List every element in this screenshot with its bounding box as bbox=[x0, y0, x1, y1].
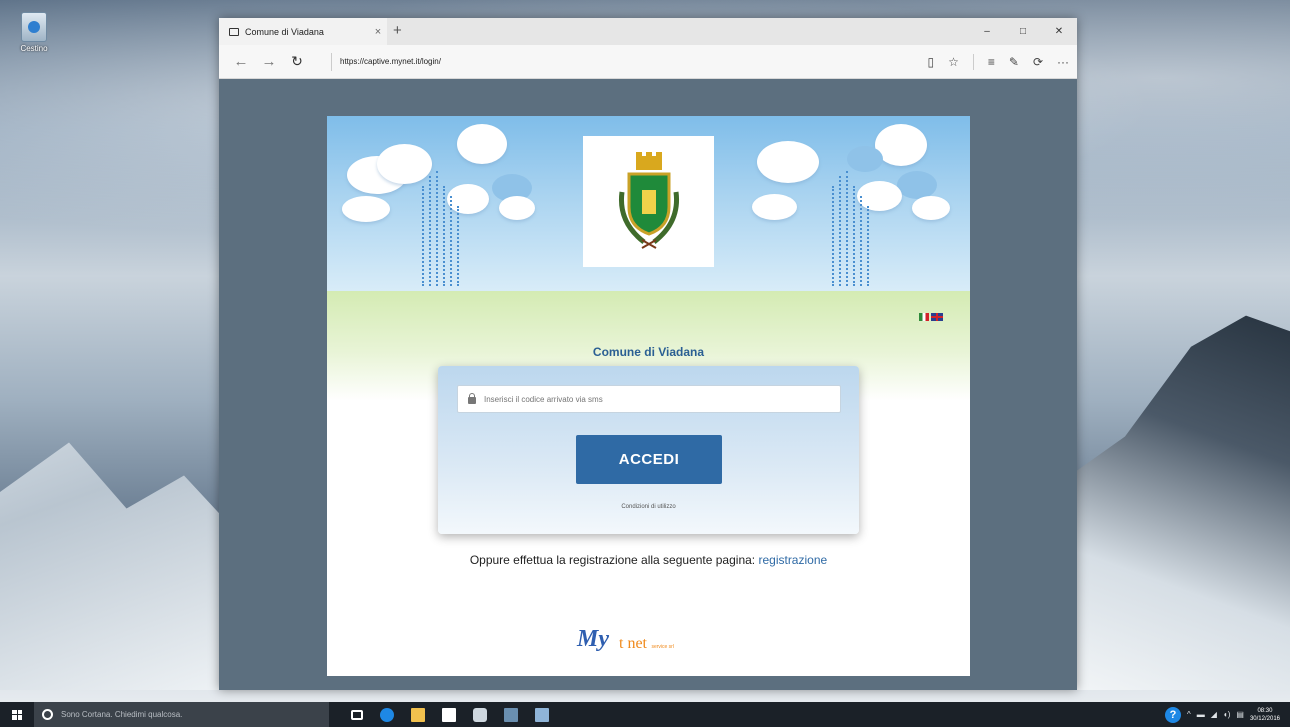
windows-logo-icon bbox=[12, 709, 22, 720]
toolbar-right: ▯ ☆ ≡ ✎ ⟳ ··· bbox=[927, 53, 1069, 70]
cloud-decoration bbox=[377, 144, 432, 184]
cloud-decoration bbox=[847, 146, 883, 172]
share-icon[interactable]: ⟳ bbox=[1033, 55, 1043, 69]
cloud-decoration bbox=[457, 124, 507, 164]
network-line bbox=[429, 176, 431, 286]
task-view-icon[interactable] bbox=[351, 709, 363, 720]
header-sky bbox=[327, 116, 970, 291]
volume-icon[interactable]: ◖) bbox=[1223, 710, 1231, 719]
network-line bbox=[832, 186, 834, 286]
desktop-mountain-right bbox=[1070, 315, 1290, 690]
app-icon[interactable] bbox=[473, 707, 487, 722]
cloud-decoration bbox=[857, 181, 902, 211]
italian-flag-icon[interactable] bbox=[919, 313, 929, 321]
page-icon bbox=[229, 27, 239, 36]
language-selector bbox=[919, 313, 943, 321]
tnet-logo-text: t net bbox=[619, 635, 647, 652]
new-tab-button[interactable]: + bbox=[393, 22, 402, 39]
help-icon[interactable]: ? bbox=[1164, 706, 1181, 723]
network-line bbox=[450, 196, 452, 286]
tnet-logo: t net service srl bbox=[619, 635, 674, 653]
system-tray: ? ^ ▬ ◢ ◖) ▤ 08:30 30/12/2016 bbox=[1164, 706, 1290, 723]
tab-title: Comune di Viadana bbox=[245, 26, 324, 37]
favorite-star-icon[interactable]: ☆ bbox=[948, 55, 959, 69]
registration-link[interactable]: registrazione bbox=[758, 553, 827, 567]
recycle-bin-label: Cestino bbox=[20, 44, 48, 53]
clock[interactable]: 08:30 30/12/2016 bbox=[1250, 707, 1280, 723]
clock-time: 08:30 bbox=[1257, 707, 1273, 714]
notifications-icon[interactable]: ▤ bbox=[1236, 710, 1244, 719]
lock-icon bbox=[468, 393, 476, 404]
network-line bbox=[860, 196, 862, 286]
network-line bbox=[839, 176, 841, 286]
my-logo: My bbox=[577, 626, 609, 652]
network-line bbox=[867, 206, 869, 286]
back-button[interactable]: ← bbox=[227, 53, 255, 70]
app-icon[interactable] bbox=[504, 707, 518, 722]
cloud-decoration bbox=[897, 171, 937, 199]
tab-comune-di-viadana[interactable]: Comune di Viadana × bbox=[219, 18, 387, 45]
registration-text: Oppure effettua la registrazione alla se… bbox=[469, 553, 759, 567]
terms-link[interactable]: Condizioni di utilizzo bbox=[438, 504, 859, 510]
app-icon[interactable] bbox=[535, 707, 549, 722]
browser-window: Comune di Viadana × + – □ ✕ ← → ↻ https:… bbox=[219, 18, 1077, 690]
forward-button[interactable]: → bbox=[255, 53, 283, 70]
sms-code-input[interactable] bbox=[484, 394, 814, 404]
address-bar[interactable]: https://captive.mynet.it/login/ bbox=[331, 52, 811, 71]
recycle-bin-shortcut[interactable]: Cestino bbox=[14, 12, 54, 53]
login-button[interactable]: ACCEDI bbox=[576, 435, 722, 484]
battery-icon[interactable]: ▬ bbox=[1197, 710, 1205, 719]
tab-bar: Comune di Viadana × + – □ ✕ bbox=[219, 18, 1077, 45]
start-button[interactable] bbox=[0, 702, 34, 727]
cloud-decoration bbox=[342, 196, 390, 222]
cloud-decoration bbox=[499, 196, 535, 220]
network-line bbox=[436, 171, 438, 286]
network-line bbox=[443, 186, 445, 286]
sms-code-field[interactable] bbox=[457, 385, 841, 413]
web-note-icon[interactable]: ✎ bbox=[1009, 55, 1019, 69]
cortana-search-placeholder: Sono Cortana. Chiedimi qualcosa. bbox=[61, 710, 183, 719]
cortana-icon bbox=[42, 709, 53, 720]
edge-icon[interactable] bbox=[380, 707, 394, 722]
toolbar-separator bbox=[972, 53, 974, 70]
minimize-button[interactable]: – bbox=[969, 18, 1005, 45]
window-controls: – □ ✕ bbox=[969, 18, 1077, 45]
municipality-crest bbox=[583, 136, 714, 267]
tnet-logo-subtitle: service srl bbox=[651, 644, 674, 650]
cloud-decoration bbox=[752, 194, 797, 220]
hub-icon[interactable]: ≡ bbox=[988, 55, 995, 69]
network-line bbox=[422, 186, 424, 286]
cloud-decoration bbox=[912, 196, 950, 220]
network-line bbox=[457, 206, 459, 286]
cloud-decoration bbox=[757, 141, 819, 183]
refresh-button[interactable]: ↻ bbox=[283, 53, 311, 70]
chevron-up-icon[interactable]: ^ bbox=[1187, 710, 1191, 719]
maximize-button[interactable]: □ bbox=[1005, 18, 1041, 45]
network-line bbox=[846, 171, 848, 286]
more-icon[interactable]: ··· bbox=[1057, 55, 1069, 69]
provider-logo: My t net service srl bbox=[577, 613, 727, 653]
captive-portal-page: Comune di Viadana ACCEDI Condizioni di u… bbox=[327, 116, 970, 676]
clock-date: 30/12/2016 bbox=[1249, 715, 1280, 722]
page-title: Comune di Viadana bbox=[592, 345, 705, 359]
navigation-bar: ← → ↻ https://captive.mynet.it/login/ ▯ … bbox=[219, 45, 1077, 79]
english-flag-icon[interactable] bbox=[931, 313, 943, 321]
network-line bbox=[853, 186, 855, 286]
tab-close-button[interactable]: × bbox=[369, 26, 387, 38]
recycle-bin-icon bbox=[21, 12, 47, 42]
login-panel: ACCEDI Condizioni di utilizzo bbox=[438, 366, 859, 534]
store-icon[interactable] bbox=[442, 707, 456, 722]
reading-view-icon[interactable]: ▯ bbox=[927, 55, 934, 69]
file-explorer-icon[interactable] bbox=[411, 707, 425, 722]
cortana-search[interactable]: Sono Cortana. Chiedimi qualcosa. bbox=[34, 702, 329, 727]
taskbar-apps bbox=[351, 707, 549, 722]
coat-of-arms-icon bbox=[618, 151, 679, 249]
network-icon[interactable]: ◢ bbox=[1211, 710, 1217, 719]
registration-line: Oppure effettua la registrazione alla se… bbox=[327, 553, 970, 567]
taskbar: Sono Cortana. Chiedimi qualcosa. ? ^ ▬ ◢… bbox=[0, 702, 1290, 727]
cloud-decoration bbox=[447, 184, 489, 214]
desktop-mountain-left bbox=[0, 442, 230, 690]
close-window-button[interactable]: ✕ bbox=[1041, 18, 1077, 45]
